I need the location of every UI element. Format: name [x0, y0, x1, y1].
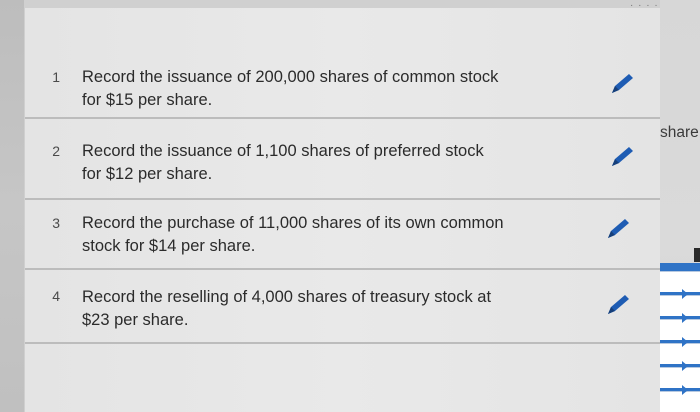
pencil-icon [608, 295, 629, 314]
right-panel-table [660, 263, 700, 412]
left-margin [0, 0, 25, 412]
table-cell[interactable] [660, 319, 700, 340]
right-panel-label: share [660, 124, 699, 141]
top-band [24, 0, 660, 8]
row-arrow-icon [682, 337, 688, 347]
row-number: 2 [52, 143, 60, 159]
row-description: Record the issuance of 200,000 shares of… [82, 68, 499, 109]
right-panel-marker [694, 248, 700, 262]
row-number: 4 [52, 288, 60, 304]
edit-row-1-button[interactable] [607, 69, 637, 99]
row-arrow-icon [682, 313, 688, 323]
pencil-icon [612, 147, 633, 166]
row-description: Record the purchase of 11,000 shares of … [82, 214, 504, 255]
row-arrow-icon [682, 385, 688, 395]
screenshot-stage: · · · · 1 Record the issuance of 200,000… [0, 0, 700, 412]
edit-row-3-button[interactable] [603, 214, 633, 244]
table-cell[interactable] [660, 391, 700, 412]
table-cell[interactable] [660, 343, 700, 364]
journal-row: 4 Record the reselling of 4,000 shares o… [25, 270, 661, 344]
journal-row: 1 Record the issuance of 200,000 shares … [25, 8, 661, 119]
table-cell[interactable] [660, 271, 700, 292]
table-cell[interactable] [660, 295, 700, 316]
journal-entry-list: 1 Record the issuance of 200,000 shares … [24, 8, 661, 412]
empty-row [25, 344, 661, 412]
journal-row: 3 Record the purchase of 11,000 shares o… [25, 200, 661, 270]
edit-row-2-button[interactable] [607, 142, 637, 172]
journal-row: 2 Record the issuance of 1,100 shares of… [25, 119, 661, 200]
pencil-icon [608, 219, 629, 238]
row-number: 1 [52, 69, 60, 85]
row-description: Record the issuance of 1,100 shares of p… [82, 142, 484, 183]
edit-row-4-button[interactable] [603, 290, 633, 320]
table-cell[interactable] [660, 367, 700, 388]
row-number: 3 [52, 215, 60, 231]
pencil-icon [612, 74, 633, 93]
row-description: Record the reselling of 4,000 shares of … [82, 288, 492, 329]
row-arrow-icon [682, 361, 688, 371]
row-arrow-icon [682, 289, 688, 299]
